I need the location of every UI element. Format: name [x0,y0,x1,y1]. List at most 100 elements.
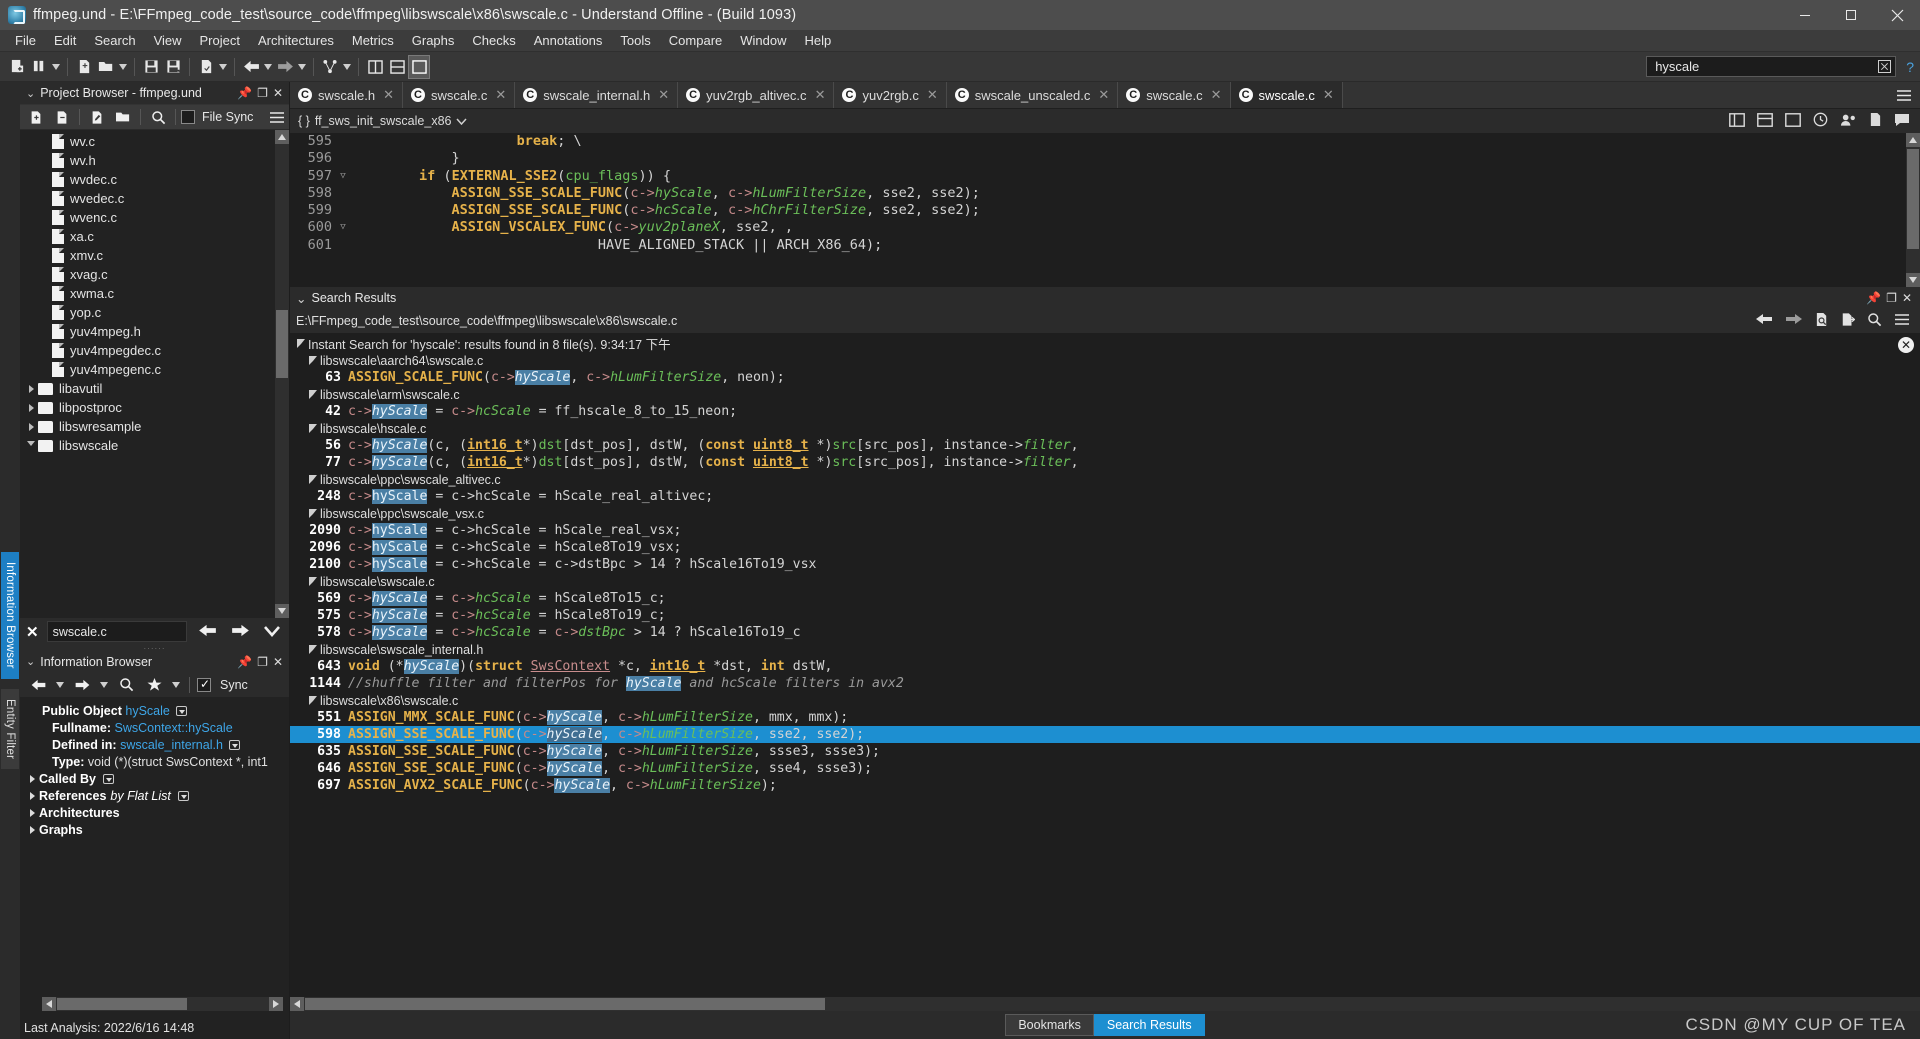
edit-file-icon[interactable] [85,106,109,128]
code-view[interactable]: 595 break; \ 596 } 597 ▽ [290,133,1920,287]
search-in-file-icon[interactable] [1815,312,1829,330]
section-references[interactable]: References by Flat List [24,788,285,805]
expand-triangle-icon[interactable] [30,792,35,800]
section-architectures[interactable]: Architectures [24,805,285,822]
breadcrumb-label[interactable]: ff_sws_init_swscale_x86 [315,114,452,128]
tree-item-wvenc-c[interactable]: wvenc.c [20,208,289,227]
save-icon[interactable] [140,55,162,79]
expand-triangle-icon[interactable] [29,404,34,412]
dropdown-icon[interactable] [176,706,187,716]
search-summary-row[interactable]: Instant Search for 'hyscale': results fo… [290,335,1920,352]
dropdown-icon[interactable] [103,774,114,784]
dropdown-icon[interactable] [229,740,240,750]
float-icon[interactable]: ❐ [257,656,268,668]
result-row[interactable]: 77 c->hyScale(c, (int16_t*)dst[dst_pos],… [290,454,1920,471]
forward-arrow-icon[interactable] [1785,313,1803,329]
clear-search-icon[interactable] [1878,60,1891,73]
vertical-tab-information-browser[interactable]: Information Browser [1,552,19,679]
locator-input[interactable]: swscale.c [47,621,187,642]
tree-item-xa-c[interactable]: xa.c [20,227,289,246]
close-tab-icon[interactable]: ✕ [495,87,506,103]
analyze-chevron-down-icon[interactable] [217,55,229,79]
close-tab-icon[interactable]: ✕ [927,87,938,103]
collapse-triangle-icon[interactable] [309,509,317,518]
close-tab-icon[interactable]: ✕ [383,87,394,103]
result-group-swscale-c[interactable]: libswscale\swscale.c [290,573,1920,590]
fold-marker[interactable] [336,133,350,150]
editor-tab-swscale-unscaled-c[interactable]: C swscale_unscaled.c ✕ [947,82,1119,108]
tab-bookmarks[interactable]: Bookmarks [1005,1014,1094,1036]
scroll-left-icon[interactable] [42,997,56,1011]
result-row[interactable]: 551 ASSIGN_MMX_SCALE_FUNC(c->hyScale, c-… [290,709,1920,726]
menu-architectures[interactable]: Architectures [249,31,343,50]
new-project-icon[interactable] [6,55,28,79]
pin-icon[interactable]: 📌 [237,656,252,668]
close-panel-icon[interactable]: ✕ [1902,292,1912,304]
fold-marker[interactable]: ▽ [336,219,350,236]
result-row[interactable]: 575 c->hyScale = c->hcScale = hScale8To1… [290,607,1920,624]
back-chevron-down-icon[interactable] [262,55,274,79]
result-row[interactable]: 697 ASSIGN_AVX2_SCALE_FUNC(c->hyScale, c… [290,777,1920,794]
tree-item-wv-h[interactable]: wv.h [20,151,289,170]
tree-item-yuv4mpegenc-c[interactable]: yuv4mpegenc.c [20,360,289,379]
tree-item-wvedec-c[interactable]: wvedec.c [20,189,289,208]
open-recent-chevron-down-icon[interactable] [50,55,62,79]
menu-file[interactable]: File [6,31,45,50]
open-recent-icon[interactable] [28,55,50,79]
tab-search-results[interactable]: Search Results [1094,1014,1205,1036]
locator-back-icon[interactable] [195,624,220,640]
users-icon[interactable] [1840,113,1857,130]
close-tab-icon[interactable]: ✕ [1323,87,1334,103]
search-results-menu-icon[interactable] [1894,313,1910,329]
section-graphs[interactable]: Graphs [24,822,285,839]
tree-item-xwma-c[interactable]: xwma.c [20,284,289,303]
menu-metrics[interactable]: Metrics [343,31,403,50]
ib-back-icon[interactable] [26,674,50,696]
editor-tab-swscale-c-2[interactable]: C swscale.c ✕ [1118,82,1230,108]
fold-marker[interactable] [336,150,350,167]
close-locator-icon[interactable]: ✕ [26,623,39,641]
tree-item-yuv4mpegdec-c[interactable]: yuv4mpegdec.c [20,341,289,360]
analyze-icon[interactable] [195,55,217,79]
menu-window[interactable]: Window [731,31,795,50]
scroll-down-icon[interactable] [1906,273,1920,287]
expand-triangle-icon[interactable] [29,385,34,393]
result-row[interactable]: 2100 c->hyScale = c->hcScale = c->dstBpc… [290,556,1920,573]
search-project-icon[interactable] [146,106,170,128]
scrollbar-thumb[interactable] [276,310,288,378]
collapse-triangle-icon[interactable] [309,475,317,484]
fullname-value[interactable]: SwsContext::hyScale [115,721,233,735]
menu-checks[interactable]: Checks [463,31,524,50]
menu-compare[interactable]: Compare [660,31,731,50]
collapse-triangle-icon[interactable] [27,441,35,450]
split-vertical-icon[interactable] [364,55,386,79]
maximize-button[interactable] [1828,0,1874,30]
tree-item-xvag-c[interactable]: xvag.c [20,265,289,284]
result-row[interactable]: 569 c->hyScale = c->hcScale = hScale8To1… [290,590,1920,607]
open-folder-chevron-down-icon[interactable] [117,55,129,79]
expand-triangle-icon[interactable] [29,423,34,431]
open-folder-icon[interactable] [95,55,117,79]
result-group-swscale-internal-h[interactable]: libswscale\swscale_internal.h [290,641,1920,658]
tree-item-libavutil[interactable]: libavutil [20,379,289,398]
tree-item-libswscale[interactable]: libswscale [20,436,289,455]
expand-triangle-icon[interactable] [30,809,35,817]
collapse-triangle-icon[interactable] [309,577,317,586]
result-row[interactable]: 42 c->hyScale = c->hcScale = ff_hscale_8… [290,403,1920,420]
collapse-triangle-icon[interactable] [309,356,317,365]
single-pane-icon[interactable] [408,55,430,79]
tree-item-yuv4mpeg-h[interactable]: yuv4mpeg.h [20,322,289,341]
ib-favorite-star-icon[interactable] [142,674,166,696]
result-group-ppc-swscale-vsx-c[interactable]: libswscale\ppc\swscale_vsx.c [290,505,1920,522]
collapse-chevron-icon[interactable]: ⌄ [296,291,306,306]
result-row-selected[interactable]: 598 ASSIGN_SSE_SCALE_FUNC(c->hyScale, c-… [290,726,1920,743]
back-arrow-icon[interactable] [1755,313,1773,329]
breadcrumb-chevron-down-icon[interactable] [456,114,467,128]
result-group-x86-swscale-c[interactable]: libswscale\x86\swscale.c [290,692,1920,709]
add-file-icon[interactable] [73,55,95,79]
result-group-aarch64-swscale-c[interactable]: libswscale\aarch64\swscale.c [290,352,1920,369]
result-row[interactable]: 646 ASSIGN_SSE_SCALE_FUNC(c->hyScale, c-… [290,760,1920,777]
editor-vertical-scrollbar[interactable] [1906,133,1920,287]
pin-icon[interactable]: 📌 [1866,292,1881,304]
scroll-down-icon[interactable] [275,604,289,618]
